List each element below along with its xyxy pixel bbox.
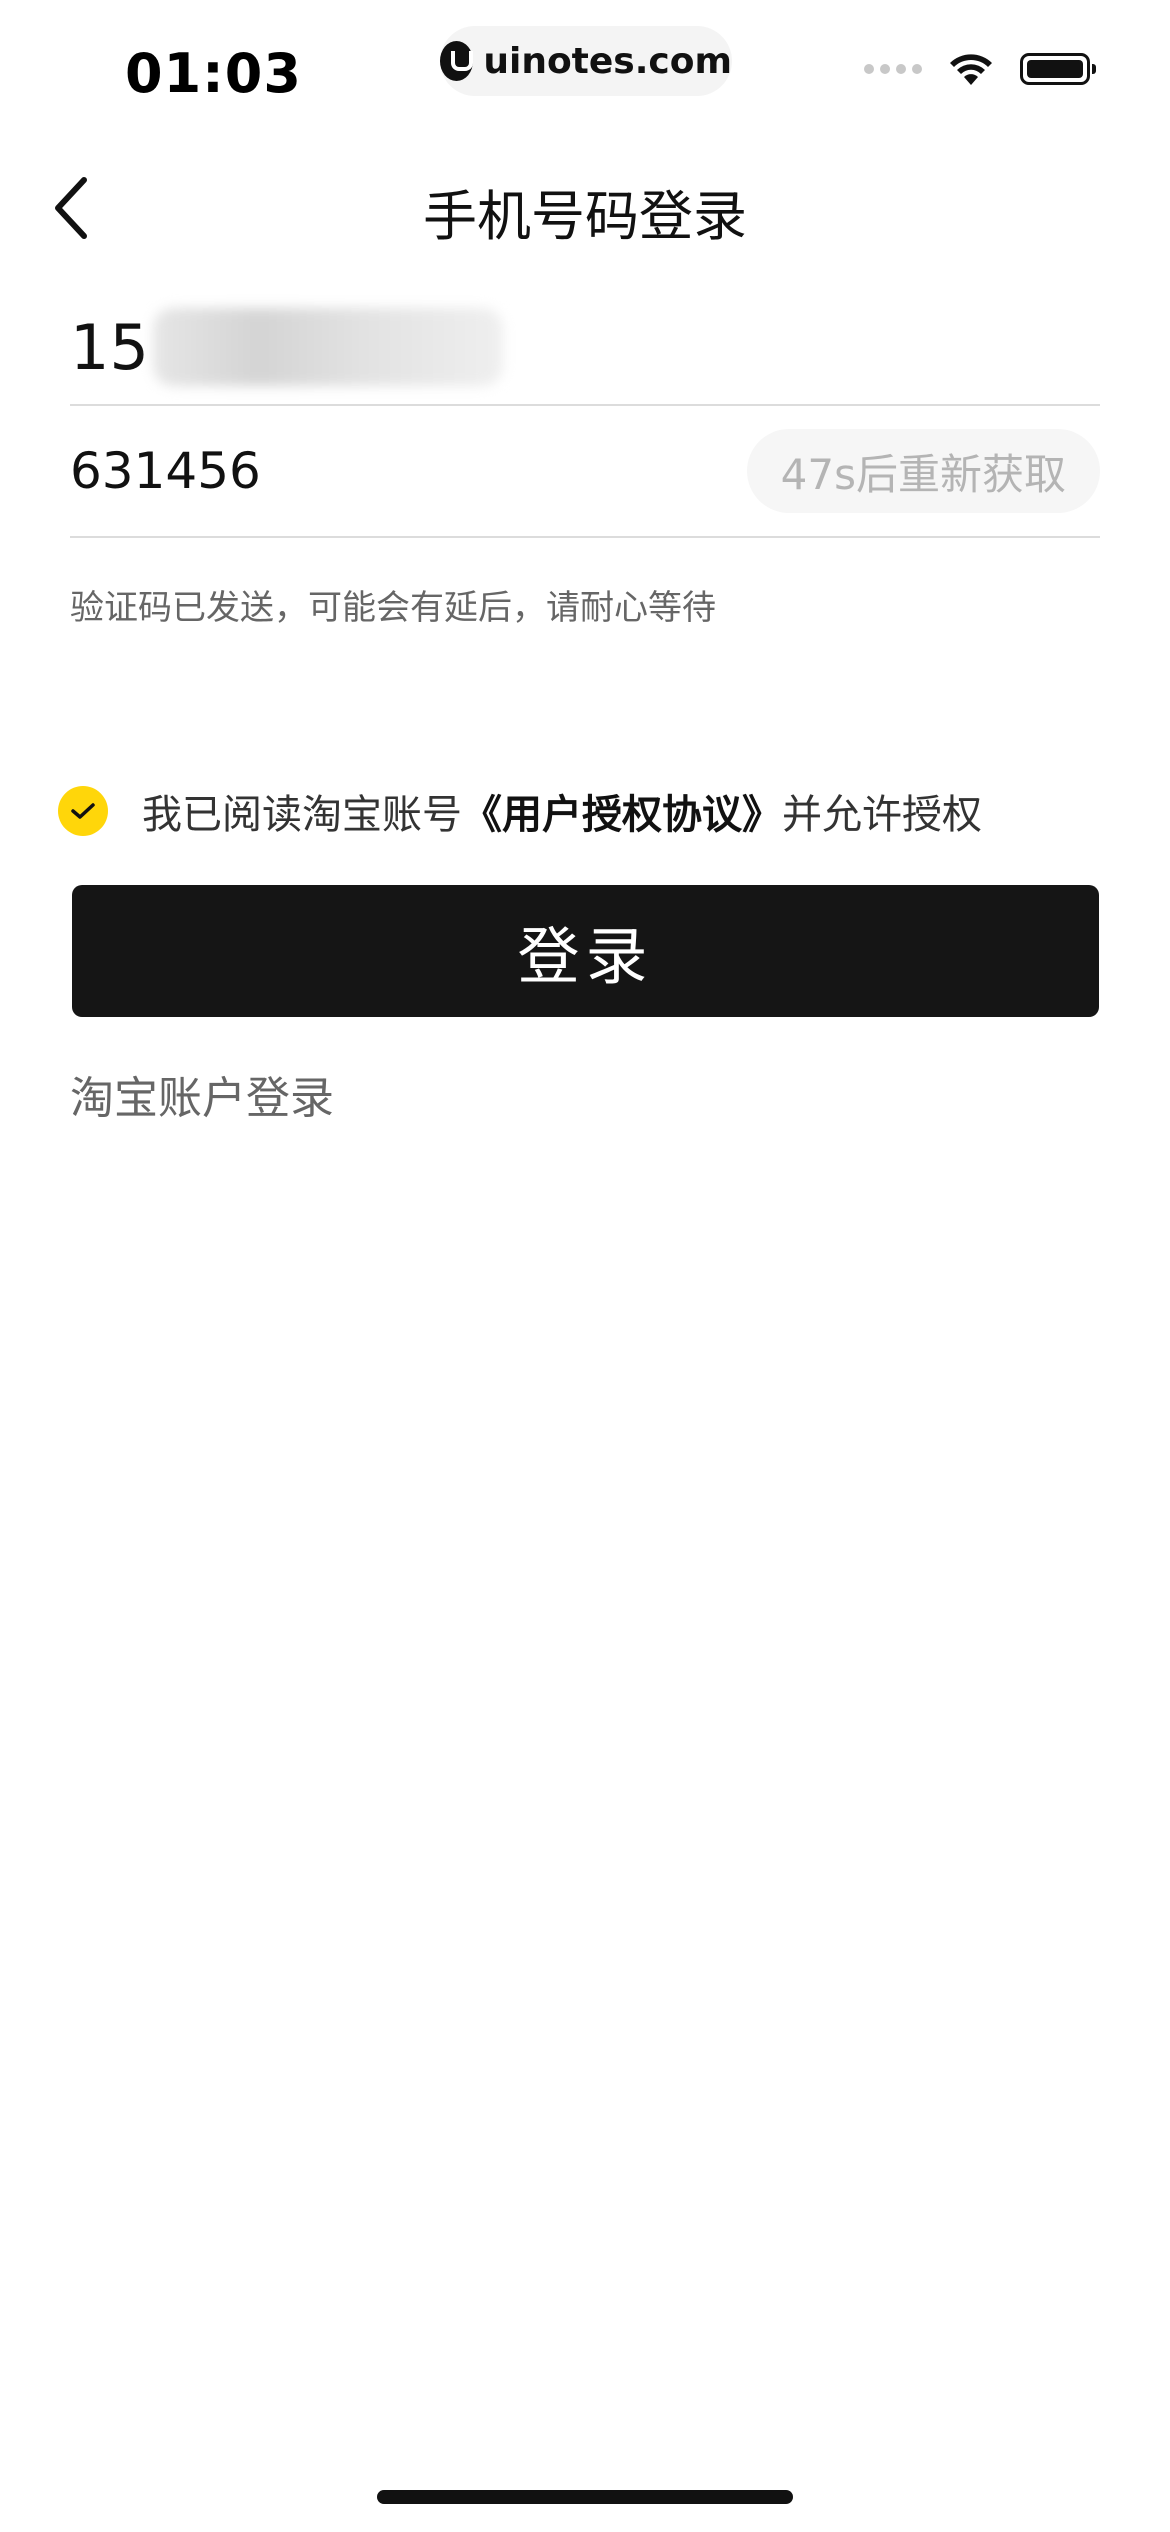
page-title: 手机号码登录 — [423, 185, 747, 248]
agreement-prefix: 我已阅读淘宝账号 — [142, 792, 462, 838]
url-text: uinotes.com — [483, 40, 732, 82]
user-agreement-link[interactable]: 《用户授权协议》 — [462, 792, 782, 838]
code-sent-hint: 验证码已发送，可能会有延后，请耐心等待 — [70, 588, 716, 628]
login-button[interactable]: 登录 — [72, 885, 1099, 1017]
login-screen: 01:03 uinotes.com 手机号码登录 15 631456 47s后重… — [0, 0, 1170, 2532]
agreement-row: 我已阅读淘宝账号《用户授权协议》并允许授权 — [58, 776, 1108, 846]
verification-code-row: 631456 47s后重新获取 — [70, 406, 1100, 538]
phone-number-value: 15 — [70, 310, 149, 384]
taobao-account-login-link[interactable]: 淘宝账户登录 — [70, 1062, 334, 1126]
phone-number-field[interactable]: 15 — [70, 290, 1100, 406]
wifi-icon — [948, 52, 994, 86]
resend-code-button[interactable]: 47s后重新获取 — [746, 429, 1100, 513]
cellular-signal-icon — [864, 64, 922, 74]
agreement-checkbox[interactable] — [58, 786, 108, 836]
battery-icon — [1020, 53, 1096, 85]
url-pill[interactable]: uinotes.com — [440, 26, 732, 96]
status-time: 01:03 — [125, 42, 302, 105]
home-indicator — [377, 2490, 793, 2504]
status-indicators — [864, 52, 1096, 86]
agreement-suffix: 并允许授权 — [782, 792, 982, 838]
site-logo-icon — [440, 41, 474, 81]
check-icon — [71, 803, 95, 819]
verification-code-input[interactable]: 631456 — [70, 442, 261, 500]
agreement-text: 我已阅读淘宝账号《用户授权协议》并允许授权 — [142, 782, 982, 840]
phone-number-redacted — [152, 308, 503, 386]
